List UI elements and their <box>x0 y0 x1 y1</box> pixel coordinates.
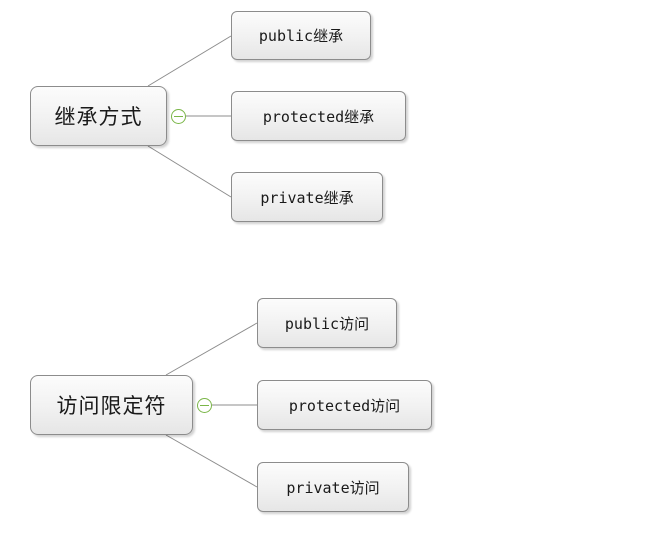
child-node[interactable]: public继承 <box>231 11 371 60</box>
child-node[interactable]: protected访问 <box>257 380 432 430</box>
connector-line <box>165 434 258 488</box>
connector-line <box>165 322 258 376</box>
root-node[interactable]: 访问限定符 <box>30 375 193 435</box>
root-node[interactable]: 继承方式 <box>30 86 167 146</box>
connector-line <box>147 35 232 87</box>
collapse-icon[interactable] <box>197 398 212 413</box>
mind-map-canvas: 继承方式 public继承 protected继承 private继承 访问限定… <box>0 0 671 552</box>
collapse-icon[interactable] <box>171 109 186 124</box>
child-node[interactable]: public访问 <box>257 298 397 348</box>
connector-line <box>147 145 232 198</box>
child-node[interactable]: private访问 <box>257 462 409 512</box>
child-node[interactable]: private继承 <box>231 172 383 222</box>
child-node[interactable]: protected继承 <box>231 91 406 141</box>
